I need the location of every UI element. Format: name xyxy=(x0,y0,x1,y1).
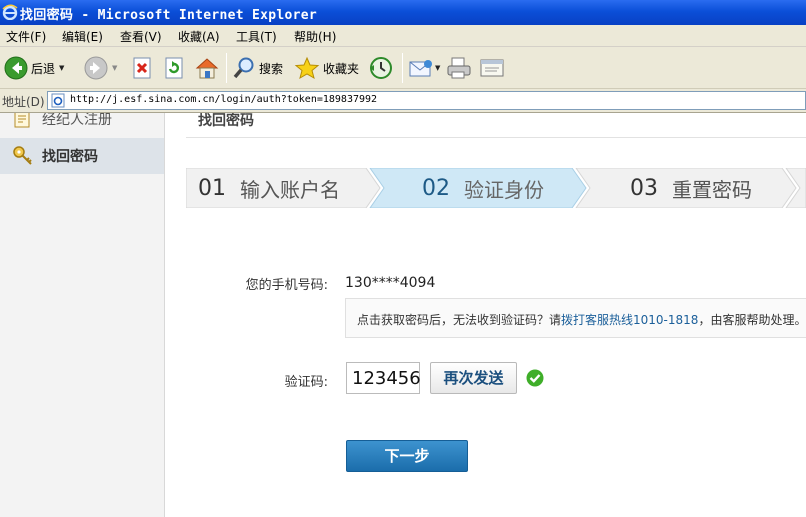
check-icon xyxy=(526,369,544,387)
history-button[interactable] xyxy=(368,52,394,84)
menu-edit[interactable]: 编辑(E) xyxy=(62,28,103,45)
sidebar: 经纪人注册 找回密码 xyxy=(0,113,165,517)
verification-tip: 点击获取密码后，无法收到验证码？请拨打客服热线1010-1818，由客服帮助处理… xyxy=(345,298,806,338)
print-button[interactable] xyxy=(446,52,472,84)
refresh-button[interactable] xyxy=(164,52,186,84)
next-step-button[interactable]: 下一步 xyxy=(346,440,468,472)
verification-code-input[interactable]: 123456 xyxy=(346,362,421,394)
step-number: 02 xyxy=(422,175,450,201)
favorites-label: 收藏夹 xyxy=(323,61,360,76)
tip-suffix: ，由客服帮助处理。 xyxy=(698,313,806,327)
stop-button[interactable] xyxy=(132,52,154,84)
back-arrow-icon xyxy=(4,56,28,80)
refresh-icon xyxy=(165,57,183,79)
menu-view[interactable]: 查看(V) xyxy=(120,28,162,45)
step-label: 验证身份 xyxy=(464,177,544,202)
sidebar-item-agent-register[interactable]: 经纪人注册 xyxy=(0,113,164,137)
ie-logo-icon xyxy=(2,4,18,20)
phone-value: 130****4094 xyxy=(345,275,436,291)
sidebar-item-recover-password[interactable]: 找回密码 xyxy=(0,138,164,174)
edit-page-icon xyxy=(480,59,504,77)
back-dropdown-icon[interactable]: ▼ xyxy=(59,64,64,72)
step-number: 01 xyxy=(198,175,226,201)
page-viewport: 经纪人注册 找回密码 找回密码 01 输入账户名 02 验证身份 03 重置密码… xyxy=(0,113,806,517)
step-label: 输入账户名 xyxy=(240,177,340,202)
back-button[interactable]: 后退 ▼ xyxy=(4,52,64,84)
menu-favorites[interactable]: 收藏(A) xyxy=(178,28,220,45)
standard-toolbar: 后退 ▼ ▼ 搜索 收藏夹 ▼ xyxy=(0,47,806,89)
progress-steps: 01 输入账户名 02 验证身份 03 重置密码 xyxy=(186,168,806,208)
page-icon xyxy=(51,93,65,108)
code-label: 验证码: xyxy=(284,375,328,390)
menu-help[interactable]: 帮助(H) xyxy=(294,28,336,45)
search-label: 搜索 xyxy=(259,61,284,76)
search-icon xyxy=(233,57,254,79)
mail-button[interactable]: ▼ xyxy=(408,52,440,84)
printer-icon xyxy=(447,57,471,79)
menu-tools[interactable]: 工具(T) xyxy=(236,28,277,45)
window-titlebar[interactable]: 找回密码 - Microsoft Internet Explorer xyxy=(0,0,806,25)
toolbar-separator xyxy=(226,53,227,83)
stop-icon xyxy=(133,57,151,79)
hotline-link[interactable]: 拨打客服热线1010-1818 xyxy=(561,313,698,327)
address-input[interactable]: http://j.esf.sina.com.cn/login/auth?toke… xyxy=(47,91,806,110)
forward-button[interactable]: ▼ xyxy=(84,52,117,84)
home-button[interactable] xyxy=(194,52,220,84)
menu-file[interactable]: 文件(F) xyxy=(6,28,46,45)
address-url: http://j.esf.sina.com.cn/login/auth?toke… xyxy=(70,94,378,105)
star-icon xyxy=(294,56,320,80)
step-3: 03 重置密码 xyxy=(630,168,752,208)
forward-dropdown-icon[interactable]: ▼ xyxy=(112,64,117,72)
history-icon xyxy=(370,57,392,79)
back-label: 后退 xyxy=(31,61,56,76)
resend-button[interactable]: 再次发送 xyxy=(430,362,517,394)
step-label: 重置密码 xyxy=(672,177,752,202)
toolbar-separator xyxy=(402,53,403,83)
menu-bar: 文件(F) 编辑(E) 查看(V) 收藏(A) 工具(T) 帮助(H) xyxy=(0,25,806,47)
home-icon xyxy=(195,58,219,79)
step-1: 01 输入账户名 xyxy=(198,168,340,208)
mail-icon xyxy=(409,60,432,77)
address-label: 地址(D) xyxy=(2,95,45,109)
search-button[interactable]: 搜索 xyxy=(232,52,283,84)
mail-dropdown-icon[interactable]: ▼ xyxy=(435,64,440,72)
forward-arrow-icon xyxy=(84,56,108,80)
phone-label: 您的手机号码: xyxy=(245,278,328,293)
edit-button[interactable] xyxy=(479,52,505,84)
register-icon xyxy=(14,113,30,128)
sidebar-item-label: 找回密码 xyxy=(42,149,98,165)
step-2-current: 02 验证身份 xyxy=(422,168,544,208)
step-number: 03 xyxy=(630,175,658,201)
page-title: 找回密码 xyxy=(198,113,254,129)
key-icon xyxy=(13,146,32,165)
window-title: 找回密码 - Microsoft Internet Explorer xyxy=(20,8,317,23)
content-header: 找回密码 xyxy=(186,113,806,138)
sidebar-item-label: 经纪人注册 xyxy=(42,113,112,128)
favorites-button[interactable]: 收藏夹 xyxy=(294,52,359,84)
tip-text: 点击获取密码后，无法收到验证码？请 xyxy=(357,313,562,327)
address-bar: 地址(D) http://j.esf.sina.com.cn/login/aut… xyxy=(0,89,806,113)
